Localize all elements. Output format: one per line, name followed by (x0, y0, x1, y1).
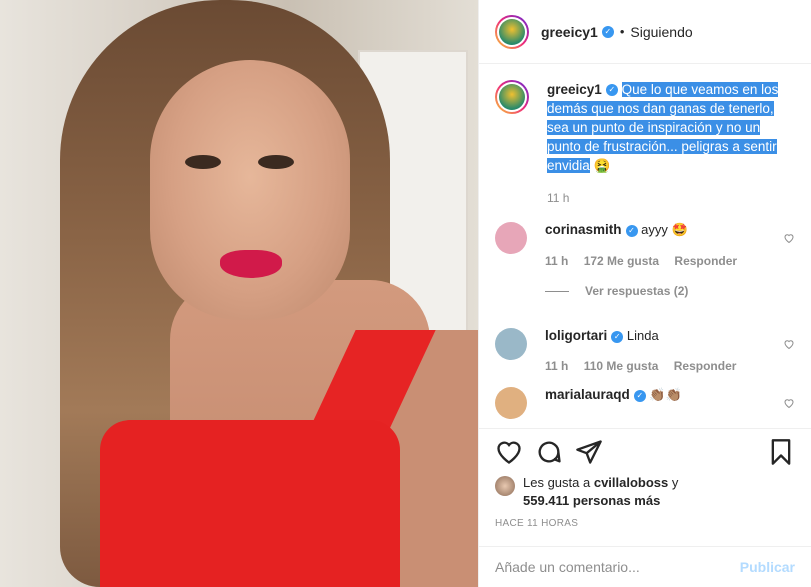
heart-outline-icon[interactable] (783, 397, 795, 409)
author-avatar[interactable] (495, 14, 529, 49)
likes-suffix: y (671, 475, 679, 490)
comment-text: 👏🏽👏🏽 (649, 387, 682, 402)
share-icon[interactable] (575, 438, 603, 466)
comments-list[interactable]: greeicy1 ✓ Que lo que veamos en los demás… (479, 64, 811, 428)
bookmark-icon[interactable] (767, 438, 795, 466)
photo-red-top (100, 420, 400, 587)
verified-badge-icon: ✓ (625, 224, 638, 237)
heart-outline-icon[interactable] (783, 232, 795, 244)
liker-avatar[interactable] (495, 476, 515, 496)
photo-eye-left (185, 155, 221, 169)
caption-time[interactable]: 11 h (547, 189, 787, 208)
comment-item: corinasmith ✓ ayyy 🤩 11 h 172 Me gusta Re… (495, 222, 795, 268)
comment-input[interactable] (495, 559, 740, 575)
comment-emoji: 🤩 (671, 222, 688, 237)
add-comment-bar: Publicar (479, 546, 811, 587)
view-replies-label: Ver respuestas (2) (585, 284, 689, 298)
reply-button[interactable]: Responder (674, 359, 737, 373)
comment-username[interactable]: marialauraqd (545, 387, 630, 402)
photo-eye-right (258, 155, 294, 169)
view-replies-button[interactable]: Ver respuestas (2) (545, 284, 795, 298)
verified-badge-icon: ✓ (611, 330, 624, 343)
comment-username[interactable]: corinasmith (545, 222, 622, 237)
comment-avatar[interactable] (495, 387, 527, 419)
verified-badge-icon: ✓ (601, 25, 614, 38)
comment-avatar[interactable] (495, 328, 527, 360)
replies-line (545, 290, 569, 292)
liker-username[interactable]: cvillaloboss (594, 475, 668, 490)
publish-button[interactable]: Publicar (740, 559, 795, 575)
separator-dot: • (619, 24, 625, 39)
post-timestamp[interactable]: HACE 11 HORAS (495, 518, 578, 529)
comment-likes[interactable]: 110 Me gusta (584, 359, 659, 373)
likes-prefix: Les gusta a (523, 475, 591, 490)
comment-time[interactable]: 11 h (545, 359, 568, 373)
comment-item: marialauraqd ✓ 👏🏽👏🏽 (495, 387, 795, 419)
verified-badge-icon: ✓ (633, 389, 646, 402)
verified-badge-icon: ✓ (605, 84, 618, 97)
photo-lips (220, 250, 282, 278)
comment-avatar[interactable] (495, 222, 527, 254)
comment-item: loligortari ✓ Linda 11 h 110 Me gusta Res… (495, 328, 795, 373)
comment-text: ayyy (641, 222, 668, 237)
caption-username[interactable]: greeicy1 (547, 82, 602, 97)
post-photo[interactable] (0, 0, 478, 587)
reply-button[interactable]: Responder (674, 254, 737, 268)
comment-icon[interactable] (535, 438, 563, 466)
author-username[interactable]: greeicy1 (541, 24, 598, 40)
comment-time[interactable]: 11 h (545, 254, 568, 268)
caption: greeicy1 ✓ Que lo que veamos en los demás… (495, 80, 795, 208)
photo-face (150, 60, 350, 320)
post-header: greeicy1 ✓ • Siguiendo (479, 0, 811, 64)
comment-text: Linda (626, 328, 659, 343)
heart-outline-icon[interactable] (783, 338, 795, 350)
caption-avatar[interactable] (495, 80, 529, 114)
post-sidebar: greeicy1 ✓ • Siguiendo greeicy1 ✓ Que lo … (478, 0, 811, 587)
comment-username[interactable]: loligortari (545, 328, 607, 343)
following-button[interactable]: Siguiendo (630, 24, 692, 40)
likes-summary: Les gusta a cvillaloboss y 559.411 perso… (495, 474, 795, 510)
heart-icon[interactable] (495, 438, 523, 466)
caption-emoji: 🤮 (593, 158, 611, 173)
post-actions (479, 428, 811, 474)
likes-count[interactable]: 559.411 personas más (523, 493, 660, 508)
comment-likes[interactable]: 172 Me gusta (584, 254, 659, 268)
